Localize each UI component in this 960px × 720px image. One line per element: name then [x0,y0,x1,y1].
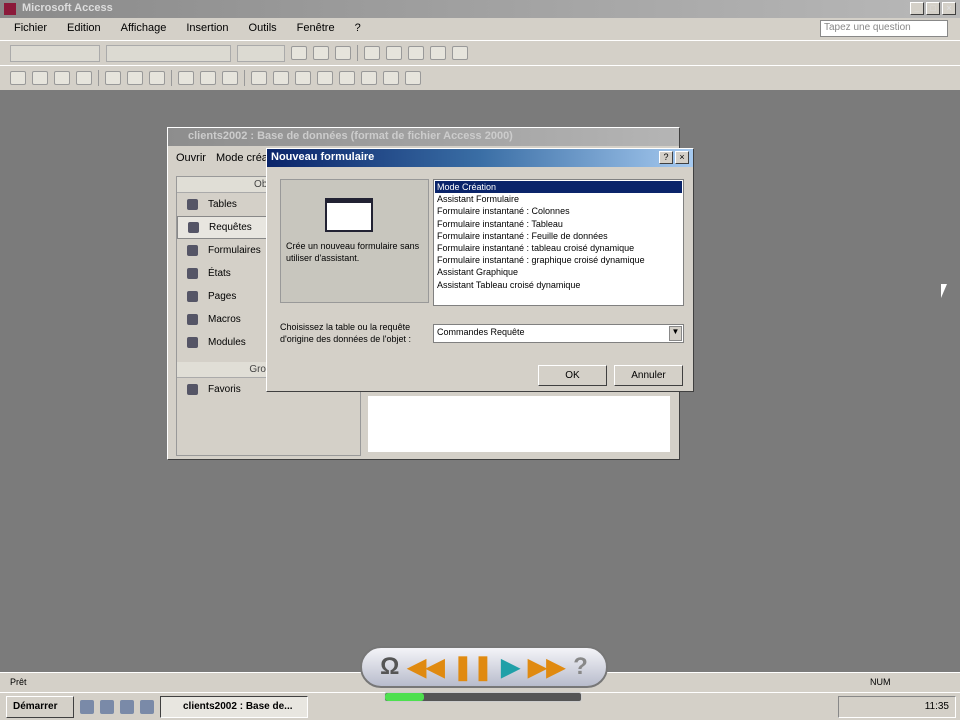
page-icon [187,291,198,302]
report-icon [187,268,198,279]
replay-icon[interactable]: Ω [380,653,399,681]
table-icon [187,199,198,210]
dialog-help-button[interactable]: ? [659,151,673,164]
form-type-option[interactable]: Assistant Formulaire [435,193,682,205]
line-color-icon[interactable] [408,46,424,60]
undo-icon[interactable] [251,71,267,85]
new-form-dialog: Nouveau formulaire ? × Crée un nouveau fo… [266,148,694,392]
system-tray: 11:35 [838,696,956,718]
clock: 11:35 [924,701,949,712]
menu-outils[interactable]: Outils [249,22,277,40]
playback-progress[interactable] [384,692,582,702]
menu-edition[interactable]: Edition [67,22,101,40]
form-type-option[interactable]: Mode Création [435,181,682,194]
menu-fenetre[interactable]: Fenêtre [297,22,335,40]
form-type-option[interactable]: Assistant Tableau croisé dynamique [435,279,682,291]
app-title-bar: Microsoft Access _ □ × [0,0,960,18]
new-icon[interactable] [10,71,26,85]
relationships-icon[interactable] [361,71,377,85]
start-button[interactable]: Démarrer [6,695,74,718]
media-player-controls: Ω ◀◀ ❚❚ ▶ ▶▶ ? [360,646,608,688]
maximize-button[interactable]: □ [926,2,940,15]
preview-panel: Crée un nouveau formulaire sans utiliser… [280,179,429,303]
spelling-icon[interactable] [149,71,165,85]
query-icon [188,222,199,233]
fill-color-icon[interactable] [364,46,380,60]
menu-insertion[interactable]: Insertion [186,22,228,40]
preview-icon[interactable] [127,71,143,85]
database-toolbar [0,65,960,90]
source-label: Choisissez la table ou la requête d'orig… [280,322,412,344]
cut-icon[interactable] [178,71,194,85]
num-lock-indicator: NUM [870,677,891,687]
border-icon[interactable] [430,46,446,60]
chevron-down-icon[interactable]: ▼ [669,326,682,341]
form-type-option[interactable]: Assistant Graphique [435,266,682,278]
new-object-icon[interactable] [383,71,399,85]
paste-icon[interactable] [222,71,238,85]
module-icon [187,337,198,348]
save-icon[interactable] [54,71,70,85]
bold-icon[interactable] [291,46,307,60]
properties-icon[interactable] [339,71,355,85]
object-combo[interactable] [10,44,100,62]
option-description: Crée un nouveau formulaire sans utiliser… [286,241,420,263]
copy-icon[interactable] [200,71,216,85]
ie-icon[interactable] [100,699,114,714]
open-icon[interactable] [32,71,48,85]
access-icon [4,3,16,15]
code-icon[interactable] [317,71,333,85]
menu-help[interactable]: ? [355,22,361,40]
favorites-icon [187,384,198,395]
form-design-icon [325,198,373,232]
form-type-list[interactable]: Mode Création Assistant Formulaire Formula… [433,179,684,306]
app-title: Microsoft Access [22,2,113,14]
close-button[interactable]: × [942,2,956,15]
outlook-icon[interactable] [120,699,134,714]
status-text: Prêt [10,677,27,687]
font-combo[interactable] [106,44,231,62]
search-icon[interactable] [76,71,92,85]
progress-fill [385,693,425,701]
minimize-button[interactable]: _ [910,2,924,15]
mouse-cursor [941,284,947,298]
print-icon[interactable] [105,71,121,85]
form-type-option[interactable]: Formulaire instantané : Feuille de donné… [435,230,682,242]
dialog-title: Nouveau formulaire [267,149,693,167]
form-type-option[interactable]: Formulaire instantané : graphique croisé… [435,254,682,266]
dialog-close-button[interactable]: × [675,151,689,164]
pause-icon[interactable]: ❚❚ [453,653,493,682]
ok-button[interactable]: OK [538,365,607,386]
effect-icon[interactable] [452,46,468,60]
source-combo[interactable]: Commandes Requête ▼ [433,324,684,343]
object-list[interactable] [368,396,670,452]
office-links-icon[interactable] [273,71,289,85]
macro-icon [187,314,198,325]
desktop-icon[interactable] [80,699,94,714]
fast-forward-icon[interactable]: ▶▶ [528,653,565,682]
menu-bar: Fichier Edition Affichage Insertion Outi… [0,18,960,40]
underline-icon[interactable] [335,46,351,60]
size-combo[interactable] [237,44,285,62]
open-button[interactable]: Ouvrir [176,152,206,164]
menu-fichier[interactable]: Fichier [14,22,47,40]
menu-affichage[interactable]: Affichage [121,22,167,40]
quicklaunch-icon[interactable] [140,699,154,714]
database-window-title: clients2002 : Base de données (format de… [168,128,679,146]
help-icon[interactable] [405,71,421,85]
form-type-option[interactable]: Formulaire instantané : Tableau [435,218,682,230]
taskbar-access-button[interactable]: clients2002 : Base de... [160,695,308,718]
italic-icon[interactable] [313,46,329,60]
play-icon[interactable]: ▶ [501,653,519,682]
help-icon[interactable]: ? [573,653,588,681]
analyze-icon[interactable] [295,71,311,85]
form-type-option[interactable]: Formulaire instantané : tableau croisé d… [435,242,682,254]
formatting-toolbar [0,40,960,65]
form-type-option[interactable]: Formulaire instantané : Colonnes [435,205,682,217]
ask-question-input[interactable]: Tapez une question [820,20,948,37]
form-icon [187,245,198,256]
font-color-icon[interactable] [386,46,402,60]
cancel-button[interactable]: Annuler [614,365,683,386]
rewind-icon[interactable]: ◀◀ [408,653,445,682]
